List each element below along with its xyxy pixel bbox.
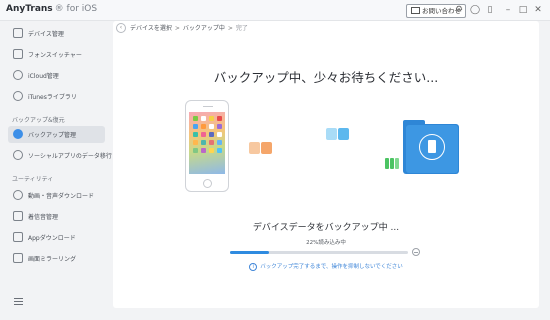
sidebar-item-device-manager[interactable]: デバイス管理 [8, 25, 105, 42]
sidebar-item-label: iTunesライブラリ [28, 94, 77, 101]
sidebar-item-ringtone[interactable]: 着信音管理 [8, 208, 105, 225]
icloud-icon [13, 70, 23, 80]
sidebar-item-phone-switcher[interactable]: フォンスイッチャー [8, 46, 105, 63]
sidebar-item-label: バックアップ管理 [28, 132, 77, 139]
itunes-icon [13, 91, 23, 101]
page-title: バックアップ中、少々お待ちください... [213, 70, 439, 85]
transfer-block-icon [338, 128, 349, 140]
sidebar-item-screen-mirror[interactable]: 画面ミラーリング [8, 250, 105, 267]
sidebar-item-social-app[interactable]: ソーシャルアプリのデータ移行 [8, 147, 112, 164]
transfer-block-icon [261, 142, 272, 154]
breadcrumb-separator: > [174, 25, 180, 32]
help-icon[interactable]: ◯ [470, 5, 480, 15]
main-panel: ‹ デバイスを選択 > バックアップ中 > 完了 バックアップ中、少々お待ちください..… [113, 21, 539, 308]
app-title: AnyTrans ® for iOS [6, 4, 97, 14]
sidebar-item-label: iCloud管理 [28, 73, 59, 80]
sidebar: デバイス管理 フォンスイッチャー iCloud管理 iTunesライブラリ バッ… [0, 21, 112, 320]
menu-icon[interactable] [14, 298, 23, 307]
sidebar-item-label: 画面ミラーリング [28, 256, 77, 263]
sidebar-item-label: フォンスイッチャー [28, 52, 82, 59]
device-icon [13, 28, 23, 38]
transfer-block-icon [249, 142, 260, 154]
download-icon [13, 190, 23, 200]
close-icon[interactable]: ✕ [533, 5, 543, 15]
mail-icon [411, 7, 420, 14]
app-name: AnyTrans [6, 4, 53, 14]
sidebar-item-label: デバイス管理 [28, 31, 64, 38]
minimize-icon[interactable]: – [503, 5, 513, 15]
transfer-block-icon [326, 128, 337, 140]
sidebar-item-label: 動画・音声ダウンロード [28, 193, 95, 200]
sidebar-item-icloud[interactable]: iCloud管理 [8, 67, 105, 84]
section-backup: バックアップ&復元 [12, 117, 65, 124]
settings-icon[interactable]: ⚙ [454, 5, 464, 15]
sidebar-item-label: Appダウンロード [28, 235, 76, 242]
ringtone-icon [13, 211, 23, 221]
folder-phone-icon [428, 140, 436, 153]
screen-mirror-icon [13, 253, 23, 263]
breadcrumb: デバイスを選択 > バックアップ中 > 完了 [130, 23, 248, 32]
breadcrumb-separator: > [227, 25, 233, 32]
progress-title: デバイスデータをバックアップ中 ... [252, 223, 400, 233]
maximize-icon[interactable]: □ [518, 5, 528, 15]
app-download-icon [13, 232, 23, 242]
progress-status: 22%読み込み中 [306, 240, 346, 246]
social-app-icon [13, 150, 23, 160]
progress-fill [230, 251, 270, 254]
app-window: AnyTrans ® for iOS お問い合わせ ⚙ ◯ ▯ – □ ✕ デバイ… [0, 0, 550, 320]
breadcrumb-step-select-device: デバイスを選択 [130, 25, 172, 32]
home-button-icon [203, 179, 212, 188]
breadcrumb-step-backing-up: バックアップ中 [182, 25, 225, 32]
sidebar-item-label: 着信音管理 [28, 214, 59, 221]
info-message: i バックアップ完了するまで、操作を抑制しないでください [113, 262, 539, 271]
title-bar: AnyTrans ® for iOS お問い合わせ ⚙ ◯ ▯ – □ ✕ [0, 0, 550, 21]
progress-bar [230, 251, 408, 254]
breadcrumb-step-complete: 完了 [235, 25, 248, 32]
sidebar-item-app-download[interactable]: Appダウンロード [8, 229, 105, 246]
connector-icon [385, 158, 399, 169]
sidebar-item-media-download[interactable]: 動画・音声ダウンロード [8, 187, 105, 204]
sidebar-item-itunes[interactable]: iTunesライブラリ [8, 88, 105, 105]
cancel-icon[interactable] [412, 248, 420, 256]
sidebar-item-backup-manager[interactable]: バックアップ管理 [8, 126, 105, 143]
app-suffix: ® for iOS [54, 4, 98, 14]
phone-switcher-icon [13, 49, 23, 59]
sidebar-item-label: ソーシャルアプリのデータ移行 [28, 153, 112, 160]
backup-icon [13, 129, 23, 139]
iphone-image [185, 100, 229, 192]
shield-icon[interactable]: ▯ [485, 5, 495, 15]
info-icon: i [249, 263, 258, 271]
app-icons-grid [191, 115, 223, 155]
back-icon[interactable]: ‹ [116, 23, 126, 33]
info-text: バックアップ完了するまで、操作を抑制しないでください [260, 264, 403, 270]
section-utility: ユーティリティ [12, 176, 54, 183]
